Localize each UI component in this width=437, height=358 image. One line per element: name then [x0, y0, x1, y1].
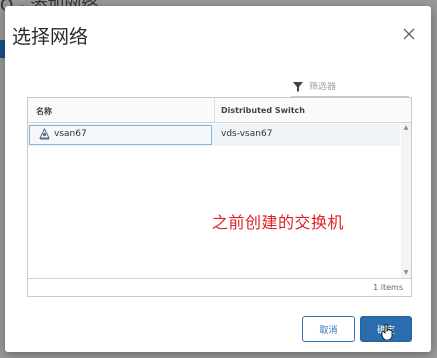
filter-input[interactable] — [309, 82, 399, 92]
select-network-dialog: 选择网络 名称 Distributed Switch vsan67 vds-vs… — [5, 6, 431, 352]
grid-header: 名称 Distributed Switch — [28, 98, 411, 123]
filter-box[interactable] — [291, 78, 409, 97]
cancel-button[interactable]: 取消 — [302, 316, 355, 342]
network-icon — [39, 128, 50, 140]
red-annotation-text: 之前创建的交换机 — [212, 213, 345, 232]
scroll-down-arrow-icon[interactable]: ▼ — [402, 269, 410, 277]
scroll-up-arrow-icon[interactable]: ▲ — [402, 124, 410, 132]
column-header-switch[interactable]: Distributed Switch — [221, 106, 305, 115]
switch-name-cell: vds-vsan67 — [221, 129, 273, 139]
network-name-cell: vsan67 — [54, 129, 87, 139]
vertical-scrollbar[interactable]: ▲ ▼ — [401, 123, 411, 278]
item-count: 1 items — [373, 283, 403, 292]
close-button[interactable] — [401, 26, 417, 42]
column-divider[interactable] — [214, 98, 215, 122]
close-icon — [403, 28, 415, 40]
dialog-title: 选择网络 — [12, 26, 89, 48]
table-row[interactable]: vsan67 vds-vsan67 — [28, 124, 400, 146]
hand-cursor-icon — [381, 324, 393, 340]
column-header-name[interactable]: 名称 — [36, 106, 52, 117]
network-grid: 名称 Distributed Switch vsan67 vds-vsan67 … — [27, 97, 412, 297]
filter-icon — [293, 82, 303, 92]
grid-footer: 1 items — [28, 278, 411, 296]
